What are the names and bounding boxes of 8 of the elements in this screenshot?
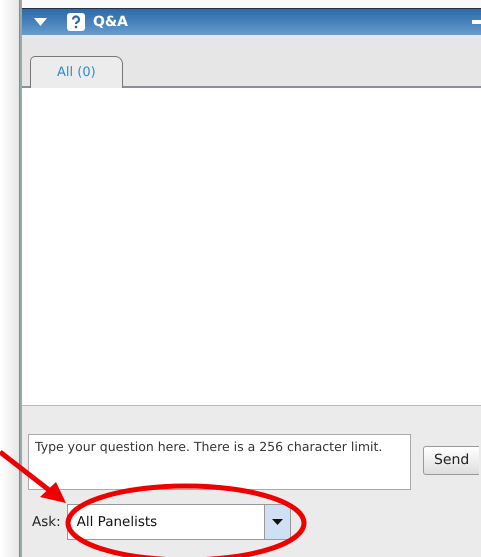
help-icon xyxy=(67,13,85,31)
send-button[interactable]: Send xyxy=(423,446,480,475)
ask-label: Ask: xyxy=(32,512,61,532)
collapse-caret-icon[interactable] xyxy=(34,18,47,26)
panel-title: Q&A xyxy=(93,12,128,32)
ask-dropdown[interactable]: All Panelists xyxy=(66,504,291,540)
caret-icon xyxy=(272,519,283,525)
question-field[interactable]: Type your question here. There is a 256 character limit. xyxy=(28,434,411,490)
